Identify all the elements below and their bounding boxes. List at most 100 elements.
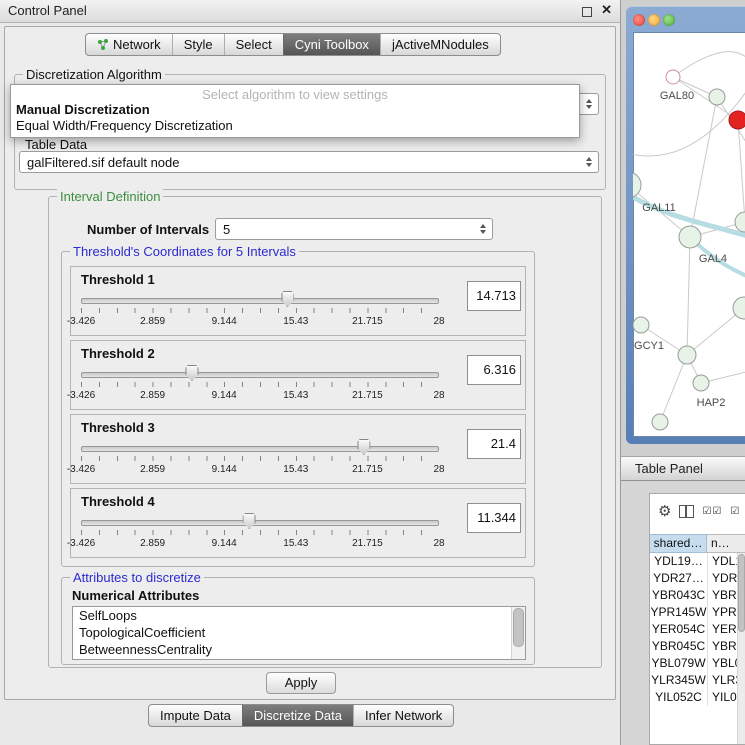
control-panel-titlebar: Control Panel ✕	[0, 0, 620, 23]
thresholds-group: Threshold's Coordinates for 5 Intervals …	[61, 251, 535, 567]
table-panel-title: Table Panel	[635, 457, 703, 480]
slider-scale: -3.4262.8599.14415.4321.71528	[81, 316, 439, 328]
algorithm-dropdown-popup: Select algorithm to view settings Manual…	[10, 84, 580, 138]
combo-stepper-icon	[475, 224, 490, 234]
slider-scale: -3.4262.8599.14415.4321.71528	[81, 464, 439, 476]
minimize-traffic-light[interactable]	[648, 14, 660, 26]
threshold-3-value[interactable]: 21.4	[467, 429, 521, 459]
combo-stepper-icon	[581, 157, 596, 167]
slider-scale: -3.4262.8599.14415.4321.71528	[81, 390, 439, 402]
threshold-3-label: Threshold 3	[81, 420, 155, 435]
numerical-attributes-label: Numerical Attributes	[72, 588, 199, 603]
table-panel-body: ⚙ ☑☑ ☑ shared… n… YDL19…YDL1 YDR27…YDR2 …	[621, 481, 745, 745]
table-data-label: Table Data	[25, 137, 87, 152]
threshold-1-label: Threshold 1	[81, 272, 155, 287]
network-node[interactable]	[633, 317, 649, 333]
apply-button[interactable]: Apply	[266, 672, 336, 694]
slider-track[interactable]	[81, 446, 439, 452]
attributes-group-title: Attributes to discretize	[70, 570, 204, 585]
threshold-4-slider[interactable]: -3.4262.8599.14415.4321.71528	[81, 513, 439, 553]
zoom-traffic-light[interactable]	[663, 14, 675, 26]
network-node[interactable]	[652, 414, 668, 430]
select-columns-icon[interactable]: ☑☑	[702, 506, 722, 517]
threshold-1-value[interactable]: 14.713	[467, 281, 521, 311]
tab-style[interactable]: Style	[172, 34, 224, 55]
table-toolbar: ⚙ ☑☑ ☑	[650, 494, 745, 528]
tab-infer-network[interactable]: Infer Network	[353, 705, 453, 726]
slider-thumb[interactable]	[357, 439, 370, 455]
table-row[interactable]: YPR145WYPR1	[650, 604, 745, 621]
network-node[interactable]	[693, 375, 709, 391]
table-row[interactable]: YBR045CYBR0	[650, 638, 745, 655]
option-equal-width-frequency[interactable]: Equal Width/Frequency Discretization	[11, 118, 579, 134]
slider-thumb[interactable]	[185, 365, 198, 381]
close-icon[interactable]: ✕	[601, 2, 612, 18]
network-node[interactable]	[679, 226, 701, 248]
checkbox-icon[interactable]: ☑	[730, 506, 740, 517]
threshold-2-value[interactable]: 6.316	[467, 355, 521, 385]
selected-network-node[interactable]	[729, 111, 745, 129]
table-scrollbar[interactable]	[737, 553, 745, 744]
table-row[interactable]: YDL19…YDL1	[650, 553, 745, 570]
tab-cyni-toolbox[interactable]: Cyni Toolbox	[283, 34, 380, 55]
numerical-attributes-list: SelfLoops TopologicalCoefficient Between…	[72, 606, 526, 660]
network-node[interactable]	[666, 70, 680, 84]
close-traffic-light[interactable]	[633, 14, 645, 26]
table-row[interactable]: YDR27…YDR2	[650, 570, 745, 587]
threshold-1-panel: Threshold 1 -3.4262.8599.14415.4321.7152…	[70, 266, 526, 336]
tab-select[interactable]: Select	[224, 34, 283, 55]
tab-impute-data[interactable]: Impute Data	[149, 705, 242, 726]
slider-track[interactable]	[81, 520, 439, 526]
slider-thumb[interactable]	[281, 291, 294, 307]
window-title: Control Panel	[8, 0, 87, 22]
control-panel-tabs: Network Style Select Cyni Toolbox jActiv…	[85, 33, 501, 56]
gear-icon[interactable]: ⚙	[658, 504, 671, 519]
slider-track[interactable]	[81, 372, 439, 378]
columns-icon[interactable]	[679, 505, 694, 518]
list-scrollbar[interactable]	[511, 607, 525, 659]
option-manual-discretization[interactable]: Manual Discretization	[11, 102, 579, 118]
threshold-2-slider[interactable]: -3.4262.8599.14415.4321.71528	[81, 365, 439, 405]
network-node[interactable]	[709, 89, 725, 105]
node-label: HAP2	[697, 397, 726, 409]
tab-jactivemnodules[interactable]: jActiveMNodules	[380, 34, 500, 55]
network-node[interactable]	[735, 212, 745, 232]
tab-network[interactable]: Network	[86, 34, 172, 55]
threshold-1-slider[interactable]: -3.4262.8599.14415.4321.71528	[81, 291, 439, 331]
column-header-name[interactable]: n…	[707, 534, 745, 553]
table-data-value: galFiltered.sif default node	[20, 155, 581, 170]
table-data-combo[interactable]: galFiltered.sif default node	[19, 151, 599, 173]
network-node[interactable]	[678, 346, 696, 364]
table-row[interactable]: YLR345WYLR3	[650, 672, 745, 689]
number-of-intervals-combo[interactable]: 5	[215, 218, 493, 240]
bottom-tabs: Impute Data Discretize Data Infer Networ…	[148, 704, 454, 727]
threshold-3-slider[interactable]: -3.4262.8599.14415.4321.71528	[81, 439, 439, 479]
network-canvas[interactable]: GAL80 GAL11 GAL4 GCY1 HAP2	[633, 32, 745, 437]
slider-ticks	[81, 530, 439, 535]
slider-thumb[interactable]	[243, 513, 256, 529]
table-panel-titlebar: Table Panel	[621, 456, 745, 481]
column-header-shared-name[interactable]: shared…	[650, 534, 707, 553]
node-label: GAL11	[642, 202, 675, 214]
tab-discretize-data[interactable]: Discretize Data	[242, 705, 353, 726]
table-row[interactable]: YER054CYER0	[650, 621, 745, 638]
network-node[interactable]	[633, 172, 641, 198]
interval-definition-group: Interval Definition Number of Intervals …	[48, 196, 602, 668]
discretization-algorithm-group-title: Discretization Algorithm	[23, 67, 165, 82]
network-view-window: GAL80 GAL11 GAL4 GCY1 HAP2	[626, 6, 745, 444]
table-rows: YDL19…YDL1 YDR27…YDR2 YBR043CYBR0 YPR145…	[650, 553, 745, 744]
float-window-icon[interactable]	[582, 7, 592, 17]
slider-track[interactable]	[81, 298, 439, 304]
list-item[interactable]: BetweennessCentrality	[73, 641, 525, 658]
table-row[interactable]: YBL079WYBL0	[650, 655, 745, 672]
tab-network-label: Network	[113, 34, 161, 55]
threshold-2-label: Threshold 2	[81, 346, 155, 361]
table-row[interactable]: YIL052CYIL0	[650, 689, 745, 706]
slider-ticks	[81, 382, 439, 387]
list-item[interactable]: SelfLoops	[73, 607, 525, 624]
table-row[interactable]: YBR043CYBR0	[650, 587, 745, 604]
node-table: ⚙ ☑☑ ☑ shared… n… YDL19…YDL1 YDR27…YDR2 …	[649, 493, 745, 745]
threshold-4-value[interactable]: 11.344	[467, 503, 521, 533]
list-item[interactable]: TopologicalCoefficient	[73, 624, 525, 641]
thresholds-group-title: Threshold's Coordinates for 5 Intervals	[70, 244, 299, 259]
